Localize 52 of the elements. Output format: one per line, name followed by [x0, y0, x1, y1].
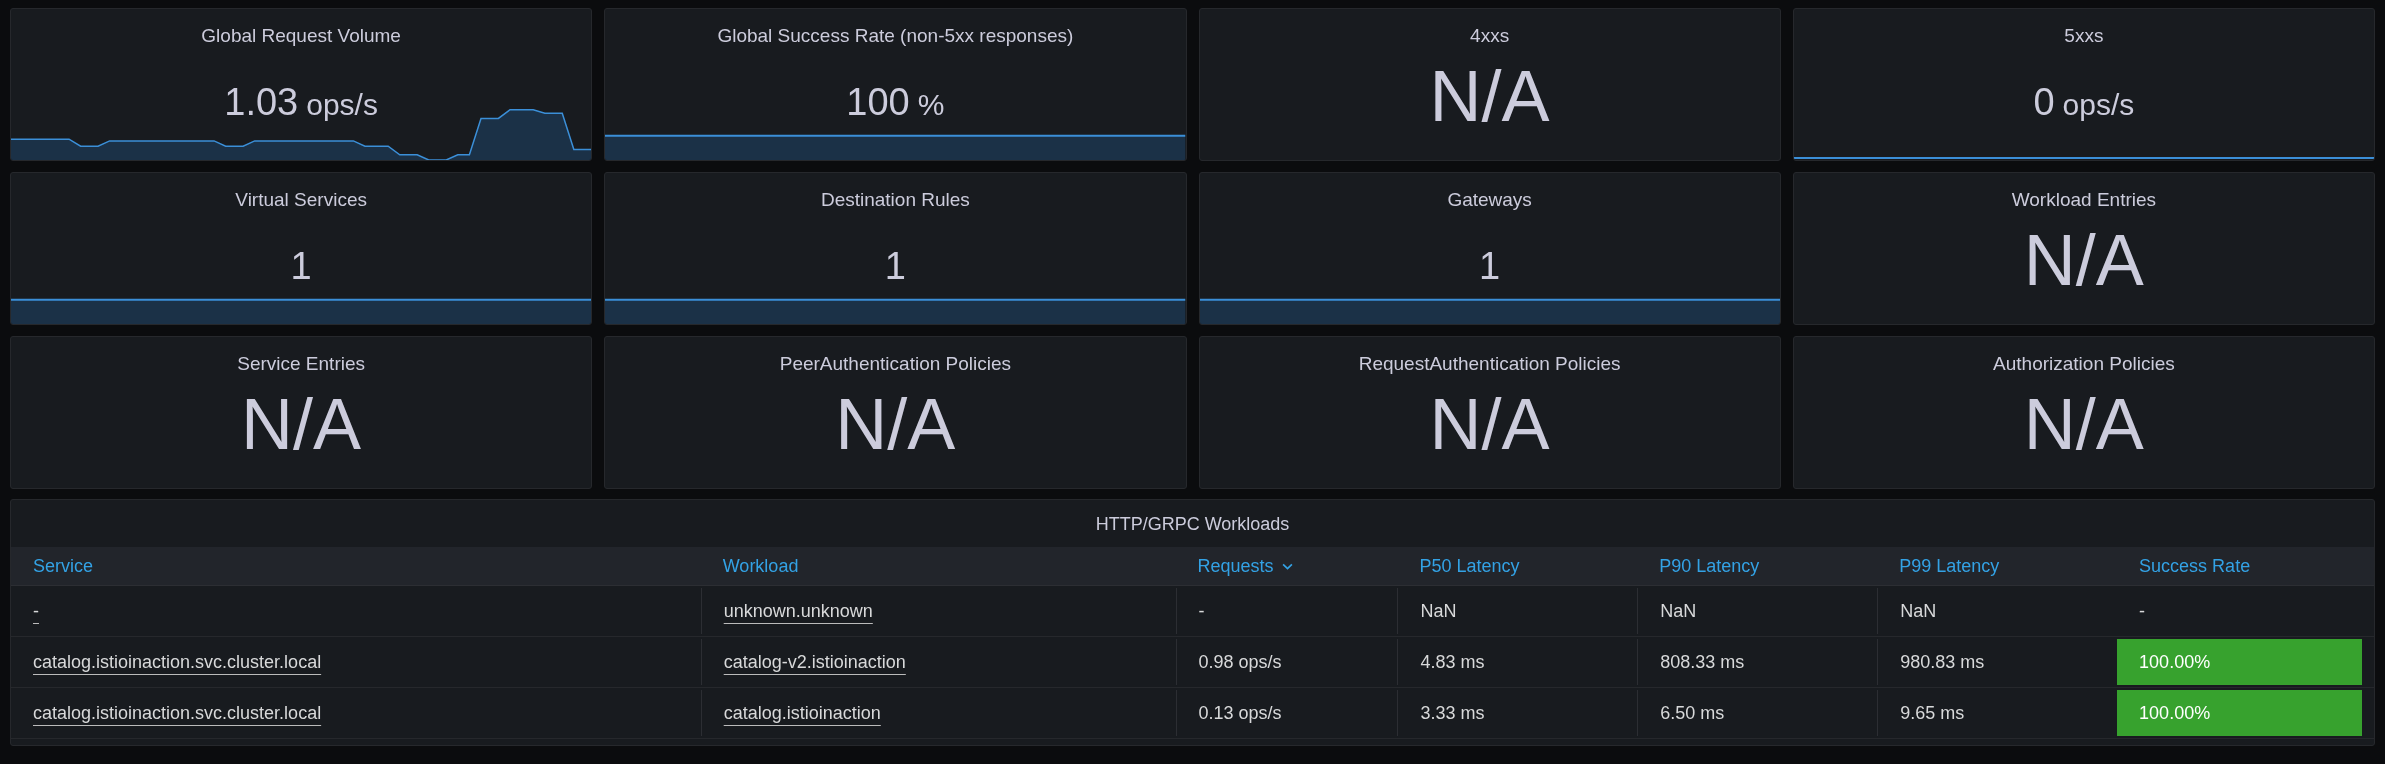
- panel-title: Destination Rules: [819, 188, 971, 211]
- stat-value: N/A: [835, 382, 956, 466]
- column-header[interactable]: Requests: [1175, 547, 1398, 585]
- table-cell: 100.00%: [2117, 690, 2362, 736]
- table-link[interactable]: catalog-v2.istioinaction: [723, 651, 906, 673]
- panel-title: Workload Entries: [2010, 188, 2158, 211]
- panel-title: Gateways: [1446, 188, 1533, 211]
- column-header[interactable]: Success Rate: [2117, 547, 2374, 585]
- stat-value: N/A: [2023, 218, 2144, 302]
- table-cell: 808.33 ms: [1637, 639, 1878, 685]
- table-cell: 100.00%: [2117, 639, 2362, 685]
- stat-value: N/A: [1429, 54, 1550, 138]
- stat-value: 0 ops/s: [2033, 81, 2135, 125]
- panel-title: Service Entries: [236, 352, 366, 375]
- panel-title: Global Success Rate (non-5xx responses): [716, 24, 1075, 47]
- table-cell: 3.33 ms: [1397, 690, 1638, 736]
- stat-value: 100 %: [846, 81, 945, 125]
- table-cell: 0.98 ops/s: [1175, 639, 1398, 685]
- table-cell: NaN: [1877, 588, 2118, 634]
- stat-value: N/A: [2023, 382, 2144, 466]
- panel-title: HTTP/GRPC Workloads: [1094, 513, 1291, 536]
- stat-value: 1.03 ops/s: [224, 81, 378, 125]
- table-cell: -: [1175, 588, 1398, 634]
- panel-title: 5xxs: [2063, 24, 2105, 47]
- panel-title: Authorization Policies: [1992, 352, 2176, 375]
- stat-value: N/A: [1429, 382, 1550, 466]
- panel-title: PeerAuthentication Policies: [778, 352, 1013, 375]
- table-cell: 6.50 ms: [1637, 690, 1878, 736]
- panel-title: Virtual Services: [234, 188, 368, 211]
- stat-value: 1: [1479, 245, 1501, 289]
- column-header[interactable]: P50 Latency: [1397, 547, 1638, 585]
- table-link[interactable]: catalog.istioinaction.svc.cluster.local: [33, 702, 322, 724]
- panel-title: Global Request Volume: [200, 24, 402, 47]
- caret-icon: [1281, 562, 1293, 570]
- table-link[interactable]: catalog.istioinaction.svc.cluster.local: [33, 651, 322, 673]
- column-header[interactable]: P90 Latency: [1637, 547, 1878, 585]
- table-cell: NaN: [1397, 588, 1638, 634]
- panel-title: 4xxs: [1469, 24, 1511, 47]
- table-link[interactable]: -: [33, 600, 39, 622]
- column-header[interactable]: Workload: [700, 547, 1176, 585]
- panel-title: RequestAuthentication Policies: [1357, 352, 1622, 375]
- table-cell: 4.83 ms: [1397, 639, 1638, 685]
- column-header[interactable]: P99 Latency: [1877, 547, 2118, 585]
- table-link[interactable]: unknown.unknown: [723, 600, 873, 622]
- table-cell-text: -: [2138, 599, 2147, 623]
- stat-value: N/A: [241, 382, 362, 466]
- stat-value: 1: [884, 245, 906, 289]
- table-link[interactable]: catalog.istioinaction: [723, 702, 881, 724]
- stat-value: 1: [290, 245, 312, 289]
- table-cell: 0.13 ops/s: [1175, 690, 1398, 736]
- column-header[interactable]: Service: [11, 547, 701, 585]
- table-cell: NaN: [1637, 588, 1878, 634]
